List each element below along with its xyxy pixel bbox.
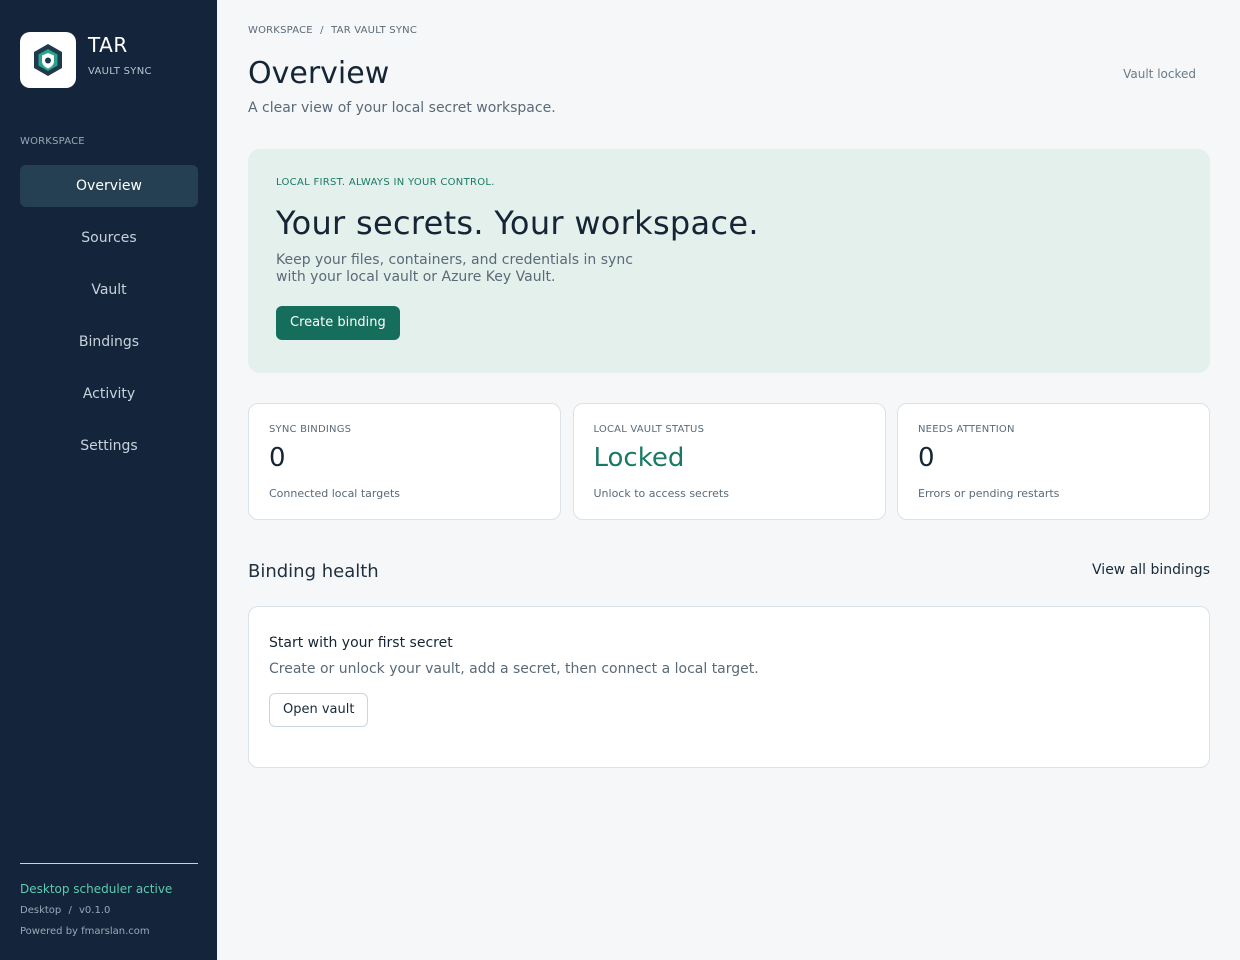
brand-subtitle: VAULT SYNC [88, 66, 152, 77]
breadcrumb: WORKSPACE / TAR VAULT SYNC [248, 25, 417, 36]
sidebar-item-sources[interactable]: Sources [20, 217, 198, 259]
stat-note: Errors or pending restarts [918, 487, 1060, 500]
stat-card-vault-status: LOCAL VAULT STATUS Locked Unlock to acce… [572, 403, 886, 520]
empty-state-text: Create or unlock your vault, add a secre… [269, 661, 759, 677]
vault-lock-status: Vault locked [1123, 67, 1196, 81]
main-content: WORKSPACE / TAR VAULT SYNC Overview A cl… [217, 0, 1240, 960]
version-label: v0.1.0 [79, 905, 111, 916]
hero-eyebrow: LOCAL FIRST. ALWAYS IN YOUR CONTROL. [276, 177, 495, 188]
binding-health-empty-state: Start with your first secret Create or u… [248, 606, 1210, 768]
page-subtitle: A clear view of your local secret worksp… [248, 100, 556, 116]
create-binding-button[interactable]: Create binding [276, 306, 400, 340]
version-separator: / [68, 905, 72, 916]
stat-card-needs-attention: NEEDS ATTENTION 0 Errors or pending rest… [897, 403, 1210, 520]
brand-logo [20, 32, 76, 88]
app-window: TAR VAULT SYNC WORKSPACE Overview Source… [0, 0, 1240, 960]
sidebar-nav: Overview Sources Vault Bindings Activity… [20, 165, 198, 477]
stat-note: Unlock to access secrets [593, 487, 729, 500]
stat-label: LOCAL VAULT STATUS [593, 424, 705, 435]
breadcrumb-item-workspace[interactable]: WORKSPACE [248, 25, 313, 36]
stat-note: Connected local targets [269, 487, 401, 500]
stat-value: 0 [918, 443, 935, 473]
stat-label: NEEDS ATTENTION [918, 424, 1015, 435]
stats-row: SYNC BINDINGS 0 Connected local targets … [248, 403, 1210, 520]
sidebar-section-label: WORKSPACE [20, 136, 85, 147]
powered-by: Powered by fmarslan.com [20, 926, 150, 937]
stat-value: Locked [593, 443, 685, 473]
sidebar-item-activity[interactable]: Activity [20, 373, 198, 415]
version-info: Desktop / v0.1.0 [20, 905, 198, 916]
brand-name: TAR [88, 33, 128, 57]
sidebar-footer: Desktop scheduler active Desktop / v0.1.… [20, 863, 198, 937]
empty-state-title: Start with your first secret [269, 635, 453, 651]
open-vault-button[interactable]: Open vault [269, 693, 369, 727]
brand: TAR VAULT SYNC [20, 32, 152, 88]
binding-health-title: Binding health [248, 561, 379, 582]
page-title: Overview [248, 56, 390, 91]
breadcrumb-separator: / [320, 25, 324, 36]
view-all-bindings-link[interactable]: View all bindings [1092, 562, 1210, 578]
sidebar: TAR VAULT SYNC WORKSPACE Overview Source… [0, 0, 217, 960]
stat-card-sync-bindings: SYNC BINDINGS 0 Connected local targets [248, 403, 561, 520]
shield-hexagon-icon [34, 44, 62, 76]
stat-label: SYNC BINDINGS [269, 424, 352, 435]
sidebar-item-overview[interactable]: Overview [20, 165, 198, 207]
hero-description: Keep your files, containers, and credent… [276, 252, 633, 285]
scheduler-status: Desktop scheduler active [20, 882, 173, 896]
platform-label: Desktop [20, 905, 62, 916]
sidebar-item-vault[interactable]: Vault [20, 269, 198, 311]
hero-title: Your secrets. Your workspace. [276, 204, 759, 242]
breadcrumb-item-current: TAR VAULT SYNC [331, 25, 418, 36]
stat-value: 0 [269, 443, 286, 473]
sidebar-item-bindings[interactable]: Bindings [20, 321, 198, 363]
hero-banner: LOCAL FIRST. ALWAYS IN YOUR CONTROL. You… [248, 149, 1210, 373]
sidebar-item-settings[interactable]: Settings [20, 425, 198, 467]
